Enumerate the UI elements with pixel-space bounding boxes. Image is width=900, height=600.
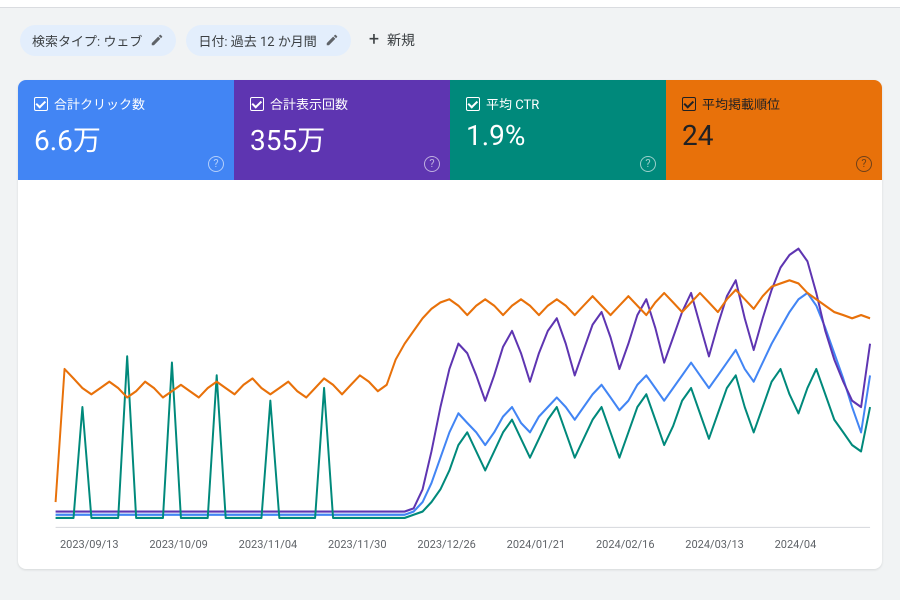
x-tick: 2023/12/26 xyxy=(417,538,506,551)
x-tick: 2023/11/04 xyxy=(239,538,328,551)
metric-tiles: 合計クリック数 6.6万 合計表示回数 355万 平均 CTR 1.9% 平 xyxy=(18,80,882,180)
checkbox-icon xyxy=(682,97,696,111)
header-strip xyxy=(0,0,900,8)
filter-chip-label: 検索タイプ: ウェブ xyxy=(32,31,142,50)
metric-tile-ctr[interactable]: 平均 CTR 1.9% xyxy=(450,80,666,180)
metric-label: 平均掲載順位 xyxy=(702,94,780,113)
chart-x-axis: 2023/09/132023/10/092023/11/042023/11/30… xyxy=(26,534,874,561)
filter-chip-search-type[interactable]: 検索タイプ: ウェブ xyxy=(20,25,176,56)
plus-icon: + xyxy=(369,33,379,47)
metric-tile-impressions[interactable]: 合計表示回数 355万 xyxy=(234,80,450,180)
metric-tile-clicks[interactable]: 合計クリック数 6.6万 xyxy=(18,80,234,180)
filter-chip-label: 日付: 過去 12 か月間 xyxy=(198,31,316,50)
chart-area: 2023/09/132023/10/092023/11/042023/11/30… xyxy=(18,180,882,569)
filter-bar: 検索タイプ: ウェブ 日付: 過去 12 か月間 + 新規 xyxy=(0,8,900,80)
help-icon[interactable] xyxy=(856,156,872,172)
metric-tile-position[interactable]: 平均掲載順位 24 xyxy=(666,80,882,180)
metric-label: 合計表示回数 xyxy=(270,94,348,113)
add-filter-button[interactable]: + 新規 xyxy=(361,24,423,56)
x-tick: 2023/10/09 xyxy=(149,538,238,551)
filter-chip-date[interactable]: 日付: 過去 12 か月間 xyxy=(186,25,350,56)
x-tick: 2024/04 xyxy=(775,538,864,551)
performance-card: 合計クリック数 6.6万 合計表示回数 355万 平均 CTR 1.9% 平 xyxy=(18,80,882,569)
x-tick: 2023/09/13 xyxy=(60,538,149,551)
performance-line-chart xyxy=(26,204,874,534)
chart-series-平均 CTR xyxy=(56,356,870,518)
checkbox-icon xyxy=(34,97,48,111)
metric-value: 1.9% xyxy=(466,119,650,152)
metric-value: 355万 xyxy=(250,119,434,159)
metric-label: 合計クリック数 xyxy=(54,94,145,113)
add-filter-label: 新規 xyxy=(387,30,415,50)
help-icon[interactable] xyxy=(208,156,224,172)
metric-value: 6.6万 xyxy=(34,119,218,159)
pencil-icon xyxy=(150,33,164,47)
metric-value: 24 xyxy=(682,119,866,152)
x-tick: 2024/03/13 xyxy=(685,538,774,551)
pencil-icon xyxy=(325,33,339,47)
checkbox-icon xyxy=(250,97,264,111)
x-tick: 2024/01/21 xyxy=(507,538,596,551)
metric-label: 平均 CTR xyxy=(486,94,539,113)
x-tick: 2023/11/30 xyxy=(328,538,417,551)
checkbox-icon xyxy=(466,97,480,111)
help-icon[interactable] xyxy=(424,156,440,172)
x-tick: 2024/02/16 xyxy=(596,538,685,551)
help-icon[interactable] xyxy=(640,156,656,172)
